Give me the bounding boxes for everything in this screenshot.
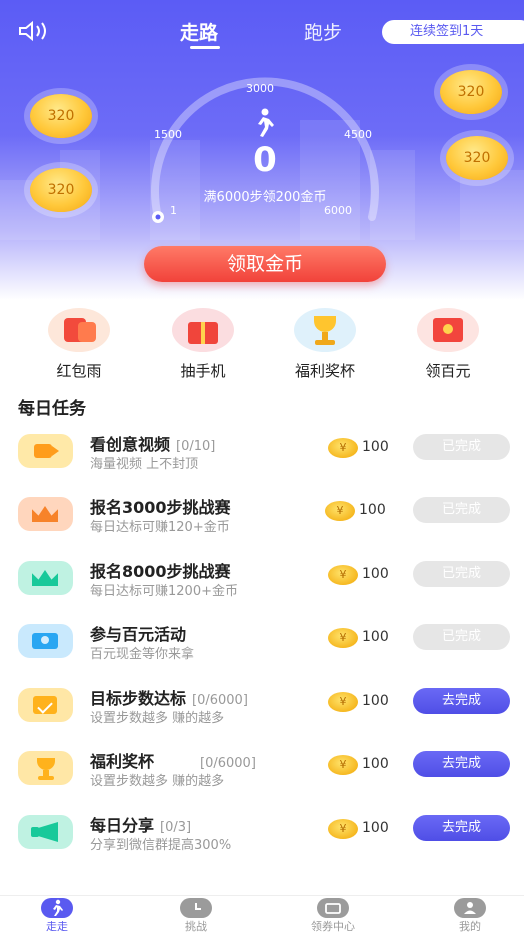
coin-icon: ¥ <box>328 819 358 839</box>
coin-icon: ¥ <box>325 501 355 521</box>
active-tab-indicator <box>190 46 220 49</box>
step-goal-text: 满6000步领200金币 <box>203 190 327 205</box>
task-row: 参与百元活动 百元现金等你来拿 ¥ 100 已完成 <box>0 618 524 678</box>
task-reward: 100 <box>362 693 389 709</box>
sound-icon[interactable] <box>18 20 50 42</box>
dial-label: 6000 <box>324 204 352 217</box>
feature-label: 领百元 <box>425 362 471 380</box>
dial-label: 4500 <box>344 128 372 141</box>
tab-label: 我的 <box>459 920 481 933</box>
calendar-icon <box>18 688 73 722</box>
tab-walk-home[interactable]: 走走 <box>7 898 107 934</box>
feature-red-envelope-rain[interactable]: 红包雨 <box>34 308 124 381</box>
task-subtitle: 海量视频 上不封顶 <box>90 457 199 472</box>
task-row: 每日分享 [0/3] 分享到微信群提高300% ¥ 100 去完成 <box>0 809 524 869</box>
coupon-icon <box>317 898 349 918</box>
coin-icon: ¥ <box>328 628 358 648</box>
task-go-button[interactable]: 去完成 <box>413 815 510 841</box>
task-row: 报名3000步挑战赛 每日达标可赚120+金币 ¥ 100 已完成 <box>0 491 524 551</box>
feature-hundred-cash[interactable]: 领百元 <box>403 308 493 381</box>
coin-icon: ¥ <box>328 565 358 585</box>
tab-coupon-center[interactable]: 领券中心 <box>283 898 383 934</box>
task-progress: [0/10] <box>176 439 216 454</box>
tab-label: 走走 <box>46 920 68 933</box>
task-subtitle: 每日达标可赚120+金币 <box>90 520 230 535</box>
tab-run[interactable]: 跑步 <box>304 18 342 45</box>
tab-mine[interactable]: 我的 <box>420 898 520 934</box>
feature-label: 红包雨 <box>56 362 102 380</box>
task-subtitle: 分享到微信群提高300% <box>90 838 232 853</box>
daily-tasks-title: 每日任务 <box>18 399 86 419</box>
task-reward: 100 <box>362 629 389 645</box>
feature-label: 福利奖杯 <box>294 362 355 380</box>
task-subtitle: 设置步数越多 赚的越多 <box>90 711 225 726</box>
coin-icon: ¥ <box>328 438 358 458</box>
feature-trophy[interactable]: 福利奖杯 <box>280 308 370 381</box>
cash-envelope-icon <box>417 308 479 352</box>
tab-walk[interactable]: 走路 <box>180 18 218 45</box>
task-reward: 100 <box>362 439 389 455</box>
dial-label: 1 <box>170 204 177 217</box>
crown-icon <box>18 497 73 531</box>
task-title: 看创意视频 [0/10] <box>90 435 216 454</box>
profile-icon <box>454 898 486 918</box>
task-progress: [0/6000] <box>200 756 256 771</box>
task-row: 报名8000步挑战赛 每日达标可赚1200+金币 ¥ 100 已完成 <box>0 555 524 615</box>
feature-label: 抽手机 <box>180 362 226 380</box>
tab-label: 挑战 <box>185 920 207 933</box>
crown-icon <box>18 561 73 595</box>
task-title: 报名8000步挑战赛 <box>90 562 231 581</box>
task-title: 福利奖杯 [0/6000] <box>90 752 256 771</box>
tab-challenge[interactable]: 挑战 <box>146 898 246 934</box>
task-reward: 100 <box>362 756 389 772</box>
bonus-coin[interactable]: 320 <box>440 70 502 114</box>
step-count: 0 <box>253 140 277 180</box>
bottom-tab-bar: 走走 挑战 领券中心 我的 <box>0 895 524 936</box>
trophy-icon <box>294 308 356 352</box>
task-title: 目标步数达标 [0/6000] <box>90 689 248 708</box>
task-completed-button[interactable]: 已完成 <box>413 497 510 523</box>
video-icon <box>18 434 73 468</box>
coin-icon: ¥ <box>328 692 358 712</box>
task-reward: 100 <box>362 566 389 582</box>
clock-icon <box>180 898 212 918</box>
task-title: 每日分享 [0/3] <box>90 816 192 835</box>
task-title: 参与百元活动 <box>90 625 187 644</box>
tab-label: 领券中心 <box>311 920 355 933</box>
building-silhouette <box>460 170 524 240</box>
task-row: 看创意视频 [0/10] 海量视频 上不封顶 ¥ 100 已完成 <box>0 428 524 488</box>
task-go-button[interactable]: 去完成 <box>413 751 510 777</box>
task-go-button[interactable]: 去完成 <box>413 688 510 714</box>
task-title: 报名3000步挑战赛 <box>90 498 231 517</box>
red-envelope-icon <box>48 308 110 352</box>
trophy-icon <box>18 751 73 785</box>
task-completed-button[interactable]: 已完成 <box>413 434 510 460</box>
task-completed-button[interactable]: 已完成 <box>413 624 510 650</box>
task-reward: 100 <box>362 820 389 836</box>
walking-person-icon <box>258 108 274 137</box>
bonus-coin[interactable]: 320 <box>30 94 92 138</box>
gift-box-icon <box>172 308 234 352</box>
claim-coins-button[interactable]: 领取金币 <box>144 246 386 282</box>
signin-streak-button[interactable]: 连续签到1天 <box>382 20 524 44</box>
dial-label: 1500 <box>154 128 182 141</box>
ticket-icon <box>18 624 73 658</box>
task-subtitle: 设置步数越多 赚的越多 <box>90 774 225 789</box>
task-subtitle: 每日达标可赚1200+金币 <box>90 584 238 599</box>
walk-icon <box>41 898 73 918</box>
task-row: 目标步数达标 [0/6000] 设置步数越多 赚的越多 ¥ 100 去完成 <box>0 682 524 742</box>
task-progress: [0/6000] <box>192 693 248 708</box>
task-completed-button[interactable]: 已完成 <box>413 561 510 587</box>
coin-icon: ¥ <box>328 755 358 775</box>
bonus-coin[interactable]: 320 <box>30 168 92 212</box>
dial-label: 3000 <box>246 82 274 95</box>
task-row: 福利奖杯 [0/6000] 设置步数越多 赚的越多 ¥ 100 去完成 <box>0 745 524 805</box>
task-subtitle: 百元现金等你来拿 <box>90 647 195 662</box>
task-progress: [0/3] <box>160 820 192 835</box>
task-reward: 100 <box>359 502 386 518</box>
megaphone-icon <box>18 815 73 849</box>
bonus-coin[interactable]: 320 <box>446 136 508 180</box>
feature-phone-draw[interactable]: 抽手机 <box>158 308 248 381</box>
